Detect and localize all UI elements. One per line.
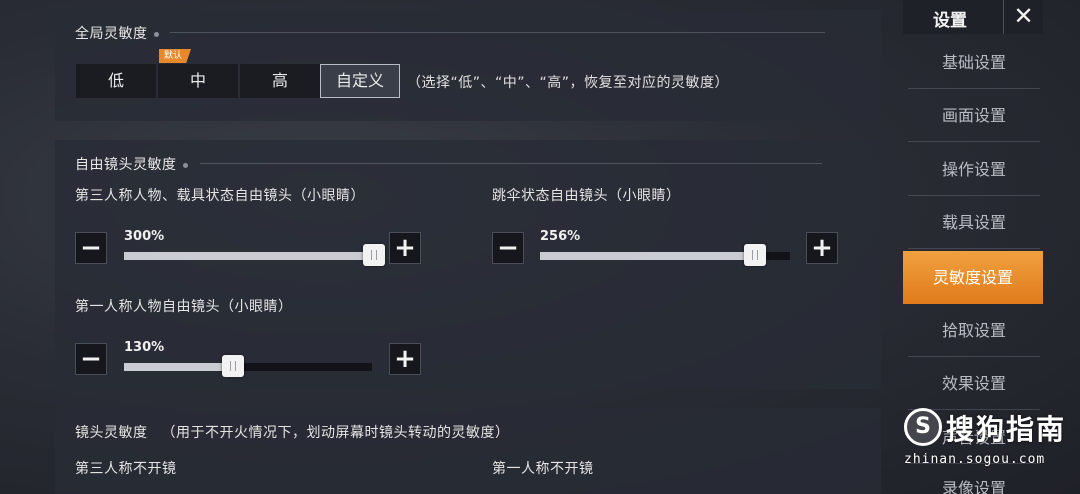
mode-low-button[interactable]: 低 <box>76 64 156 98</box>
first-person-no-scope-label: 第一人称不开镜 <box>492 461 594 477</box>
slider-value: 130% <box>124 340 165 355</box>
third-person-no-scope-label: 第三人称不开镜 <box>75 461 177 477</box>
close-button[interactable]: ✕ <box>1003 0 1043 34</box>
title-divider <box>170 32 825 33</box>
slider-track[interactable] <box>124 355 372 377</box>
slider-value: 256% <box>540 229 581 244</box>
title-divider <box>200 163 822 164</box>
slider-track[interactable] <box>540 244 790 266</box>
slider-value: 300% <box>124 229 165 244</box>
sidebar-item-pickup[interactable]: 拾取设置 <box>908 304 1040 357</box>
global-sensitivity-title: 全局灵敏度 <box>75 23 159 43</box>
camera-sensitivity-panel <box>55 408 881 494</box>
sidebar-header: 设置 ✕ <box>903 0 1043 34</box>
decrease-button[interactable]: − <box>75 232 107 264</box>
sidebar-item-controls[interactable]: 操作设置 <box>908 143 1040 196</box>
watermark-brand: 搜狗指南 <box>946 413 1067 446</box>
slider-label: 第三人称人物、载具状态自由镜头（小眼睛） <box>75 188 365 204</box>
slider-fill <box>124 252 374 260</box>
free-look-title: 自由镜头灵敏度 <box>75 154 188 174</box>
sidebar-item-basic[interactable]: 基础设置 <box>908 36 1040 89</box>
slider-thumb[interactable] <box>222 355 245 377</box>
sidebar-item-graphics[interactable]: 画面设置 <box>908 89 1040 142</box>
sidebar-title: 设置 <box>933 11 967 31</box>
mode-custom-button[interactable]: 自定义 <box>320 64 400 98</box>
decrease-button[interactable]: − <box>492 232 524 264</box>
slider-label: 跳伞状态自由镜头（小眼睛） <box>492 188 681 204</box>
increase-button[interactable]: + <box>389 232 421 264</box>
slider-track[interactable] <box>124 244 385 266</box>
sidebar-item-vehicle[interactable]: 载具设置 <box>908 196 1040 249</box>
decrease-button[interactable]: − <box>75 343 107 375</box>
sogou-watermark: 搜狗指南 zhinan.sogou.com <box>902 406 1080 472</box>
camera-sensitivity-note: （用于不开火情况下，划动屏幕时镜头转动的灵敏度） <box>161 425 510 441</box>
mode-hint-text: （选择“低”、“中”、“高”，恢复至对应的灵敏度） <box>407 75 730 91</box>
slider-thumb[interactable] <box>744 244 766 266</box>
sogou-logo-icon <box>904 408 942 446</box>
watermark-url: zhinan.sogou.com <box>904 452 1046 467</box>
slider-fill <box>540 252 755 260</box>
slider-label: 第一人称人物自由镜头（小眼睛） <box>75 299 293 315</box>
mode-high-button[interactable]: 高 <box>240 64 320 98</box>
mode-medium-button[interactable]: 中 <box>158 64 238 98</box>
increase-button[interactable]: + <box>806 232 838 264</box>
slider-thumb[interactable] <box>363 244 385 266</box>
default-badge: 默认 <box>159 49 192 63</box>
close-icon[interactable]: ✕ <box>1013 2 1033 30</box>
increase-button[interactable]: + <box>389 343 421 375</box>
sidebar-item-effects[interactable]: 效果设置 <box>908 357 1040 410</box>
sidebar-item-sensitivity[interactable]: 灵敏度设置 <box>903 251 1043 304</box>
camera-sensitivity-title: 镜头灵敏度 （用于不开火情况下，划动屏幕时镜头转动的灵敏度） <box>75 425 510 441</box>
slider-fill <box>124 363 234 371</box>
